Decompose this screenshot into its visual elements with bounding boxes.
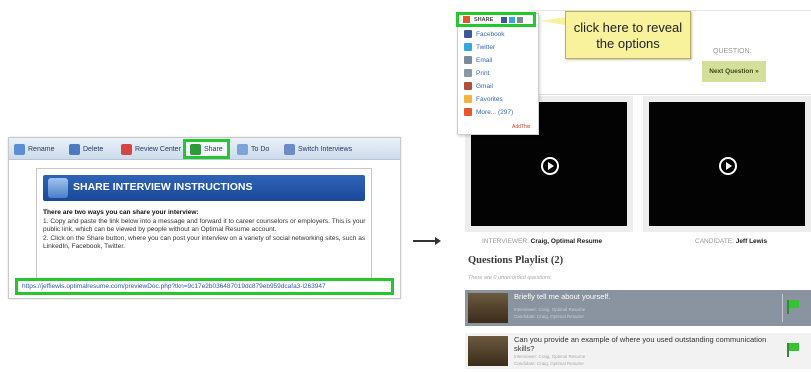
share-more[interactable]: More... (297) xyxy=(464,107,513,117)
review-center-label: Review Center xyxy=(135,145,181,153)
share-email-label: Email xyxy=(476,56,493,64)
gmail-icon xyxy=(464,82,472,90)
interview-player-panel: QUESTION: Next Question » INTERVIEWER: C… xyxy=(451,10,811,372)
question-candidate: Candidate: Craig, Optimal Resume xyxy=(514,361,584,366)
share-interview-panel: Rename Delete Review Center Share To Do … xyxy=(8,137,401,299)
instructions-title: SHARE INTERVIEW INSTRUCTIONS xyxy=(73,181,253,193)
question-text: Can you provide an example of where you … xyxy=(514,335,767,353)
rename-icon xyxy=(14,143,25,155)
delete-icon xyxy=(69,143,80,155)
to-do-label: To Do xyxy=(251,145,270,153)
facebook-icon[interactable] xyxy=(501,16,508,23)
candidate-name: Jeff Lewis xyxy=(735,238,768,245)
favorites-icon xyxy=(464,95,472,103)
share-label: Share xyxy=(204,145,223,153)
share-gmail-label: Gmail xyxy=(476,82,493,90)
playlist-title: Questions Playlist (2) xyxy=(468,255,564,266)
arrow-line xyxy=(413,240,437,242)
unrecorded-count: There are 0 unrecorded questions xyxy=(468,275,551,281)
share-favorites[interactable]: Favorites xyxy=(464,94,503,104)
share-facebook-label: Facebook xyxy=(476,30,505,38)
facebook-icon xyxy=(464,30,472,38)
email-icon xyxy=(464,56,472,64)
share-more-label: More... (297) xyxy=(476,108,514,116)
interviewer-label: INTERVIEWER: xyxy=(482,238,529,245)
candidate-info: CANDIDATE: Jeff Lewis xyxy=(695,238,767,245)
question-row[interactable]: Can you provide an example of where you … xyxy=(465,333,811,369)
email-icon[interactable] xyxy=(517,16,524,23)
instructions-body: There are two ways you can share your in… xyxy=(43,209,369,252)
share-icon xyxy=(190,143,201,155)
to-do-button[interactable]: To Do xyxy=(237,141,269,157)
print-icon xyxy=(464,69,472,77)
question-interviewer: Interviewer: Craig, Optimal Resume xyxy=(514,307,586,312)
question-candidate: Candidate: Craig, Optimal Resume xyxy=(514,314,584,319)
interviewer-info: INTERVIEWER: Craig, Optimal Resume xyxy=(482,238,602,245)
share-toolbar[interactable]: SHARE xyxy=(456,12,536,27)
callout-note: click here to reveal the options xyxy=(565,11,691,59)
question-thumbnail xyxy=(468,336,508,366)
arrow-right-icon xyxy=(435,237,441,245)
instructions-step-2: 2. Click on the Share button, where you … xyxy=(43,234,366,251)
interviewer-name: Craig, Optimal Resume xyxy=(530,238,603,245)
instructions-header: SHARE INTERVIEW INSTRUCTIONS xyxy=(43,175,365,201)
instructions-box: SHARE INTERVIEW INSTRUCTIONS There are t… xyxy=(36,168,372,284)
instructions-intro: There are two ways you can share your in… xyxy=(43,209,199,216)
candidate-label: CANDIDATE: xyxy=(695,238,734,245)
next-question-button[interactable]: Next Question » xyxy=(702,61,766,82)
more-icon xyxy=(464,108,472,116)
share-button[interactable]: Share xyxy=(183,139,230,159)
share-print-label: Print xyxy=(476,69,490,77)
share-favorites-label: Favorites xyxy=(476,95,503,103)
candidate-video[interactable] xyxy=(643,96,811,232)
share-print[interactable]: Print xyxy=(464,68,489,78)
twitter-icon xyxy=(464,43,472,51)
share-twitter[interactable]: Twitter xyxy=(464,42,495,52)
question-label: QUESTION: xyxy=(713,48,752,55)
public-link-field[interactable]: https://jeffiewls.optimalresume.com/prev… xyxy=(15,278,394,295)
share-interview-icon xyxy=(48,178,68,198)
share-bar-label: SHARE xyxy=(474,16,494,23)
to-do-icon xyxy=(237,143,248,155)
callout-pointer xyxy=(540,17,566,25)
question-text: Briefly tell me about yourself. xyxy=(514,292,611,301)
callout-text: click here to reveal the options xyxy=(573,20,683,51)
twitter-icon[interactable] xyxy=(509,16,516,23)
rename-button[interactable]: Rename xyxy=(14,141,54,157)
switch-interviews-icon xyxy=(284,143,295,155)
toolbar: Rename Delete Review Center Share To Do … xyxy=(9,138,400,160)
question-interviewer: Interviewer: Craig, Optimal Resume xyxy=(514,354,586,359)
flag-icon[interactable] xyxy=(787,343,799,357)
question-thumbnail xyxy=(468,293,508,323)
addthis-plus-icon xyxy=(463,16,470,23)
delete-label: Delete xyxy=(83,145,104,153)
flag-icon[interactable] xyxy=(787,300,799,314)
play-icon[interactable] xyxy=(541,157,559,175)
instructions-step-1: 1. Copy and paste the link below into a … xyxy=(43,217,366,234)
switch-interviews-button[interactable]: Switch Interviews xyxy=(284,141,352,157)
divider xyxy=(782,294,783,322)
delete-button[interactable]: Delete xyxy=(69,141,103,157)
play-icon[interactable] xyxy=(719,157,737,175)
share-email[interactable]: Email xyxy=(464,55,492,65)
share-gmail[interactable]: Gmail xyxy=(464,81,493,91)
addthis-link[interactable]: AddThis xyxy=(512,124,530,130)
rename-label: Rename xyxy=(28,145,55,153)
question-row[interactable]: Briefly tell me about yourself. Intervie… xyxy=(465,290,811,326)
share-twitter-label: Twitter xyxy=(476,43,496,51)
review-center-button[interactable]: Review Center xyxy=(121,141,181,157)
share-menu: SHARE Facebook Twitter Email Print Gmail xyxy=(456,12,539,135)
review-center-icon xyxy=(121,143,132,155)
share-facebook[interactable]: Facebook xyxy=(464,29,505,39)
switch-interviews-label: Switch Interviews xyxy=(298,145,353,153)
